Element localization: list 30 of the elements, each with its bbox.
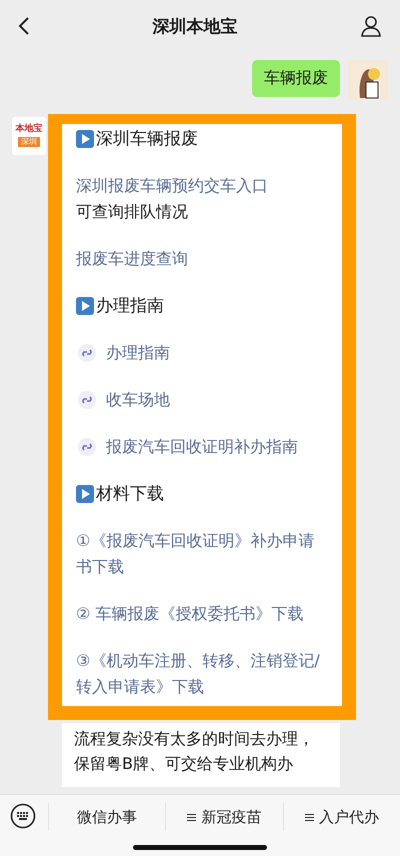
link[interactable]: ② 车辆报废《授权委托书》下载 [76, 601, 328, 627]
play-icon [76, 297, 94, 315]
section-heading: 深圳车辆报废 [96, 128, 198, 151]
message-bubble: 车辆报废 [252, 60, 340, 97]
link[interactable]: ①《报废汽车回收证明》补办申请书下载 [76, 528, 328, 580]
note-text: 可查询排队情况 [76, 202, 188, 221]
logo-title: 本地宝 [16, 125, 42, 134]
mini-program-icon [78, 391, 96, 409]
keyboard-icon[interactable] [10, 803, 36, 829]
mini-program-icon [78, 344, 96, 362]
avatar-drawing [348, 60, 388, 100]
mini-program-link[interactable]: 办理指南 [106, 340, 170, 366]
link[interactable]: 深圳报废车辆预约交车入口 [76, 173, 328, 199]
chat-title: 深圳本地宝 [152, 16, 238, 38]
menu-button[interactable]: 入户代办 [282, 803, 400, 831]
back-icon[interactable] [18, 16, 30, 36]
section-heading: 材料下载 [96, 483, 164, 506]
link[interactable]: ③《机动车注册、转移、注销登记/转入申请表》下载 [76, 648, 328, 700]
menu-button[interactable]: 新冠疫苗 [165, 803, 283, 831]
mini-program-icon [78, 438, 96, 456]
message-text: 流程复杂没有太多的时间去办理，保留粤B牌、可交给专业机构办 [74, 729, 314, 773]
link[interactable]: 报废车进度查询 [76, 246, 328, 272]
mini-program-link[interactable]: 收车场地 [106, 387, 170, 413]
menu-button[interactable]: 微信办事 [48, 803, 166, 831]
play-icon [76, 130, 94, 148]
logo-badge: 深圳 [18, 137, 40, 147]
section-heading: 办理指南 [96, 295, 164, 318]
play-icon [76, 485, 94, 503]
mini-program-link[interactable]: 报废汽车回收证明补办指南 [106, 434, 298, 460]
profile-icon[interactable] [360, 15, 382, 37]
